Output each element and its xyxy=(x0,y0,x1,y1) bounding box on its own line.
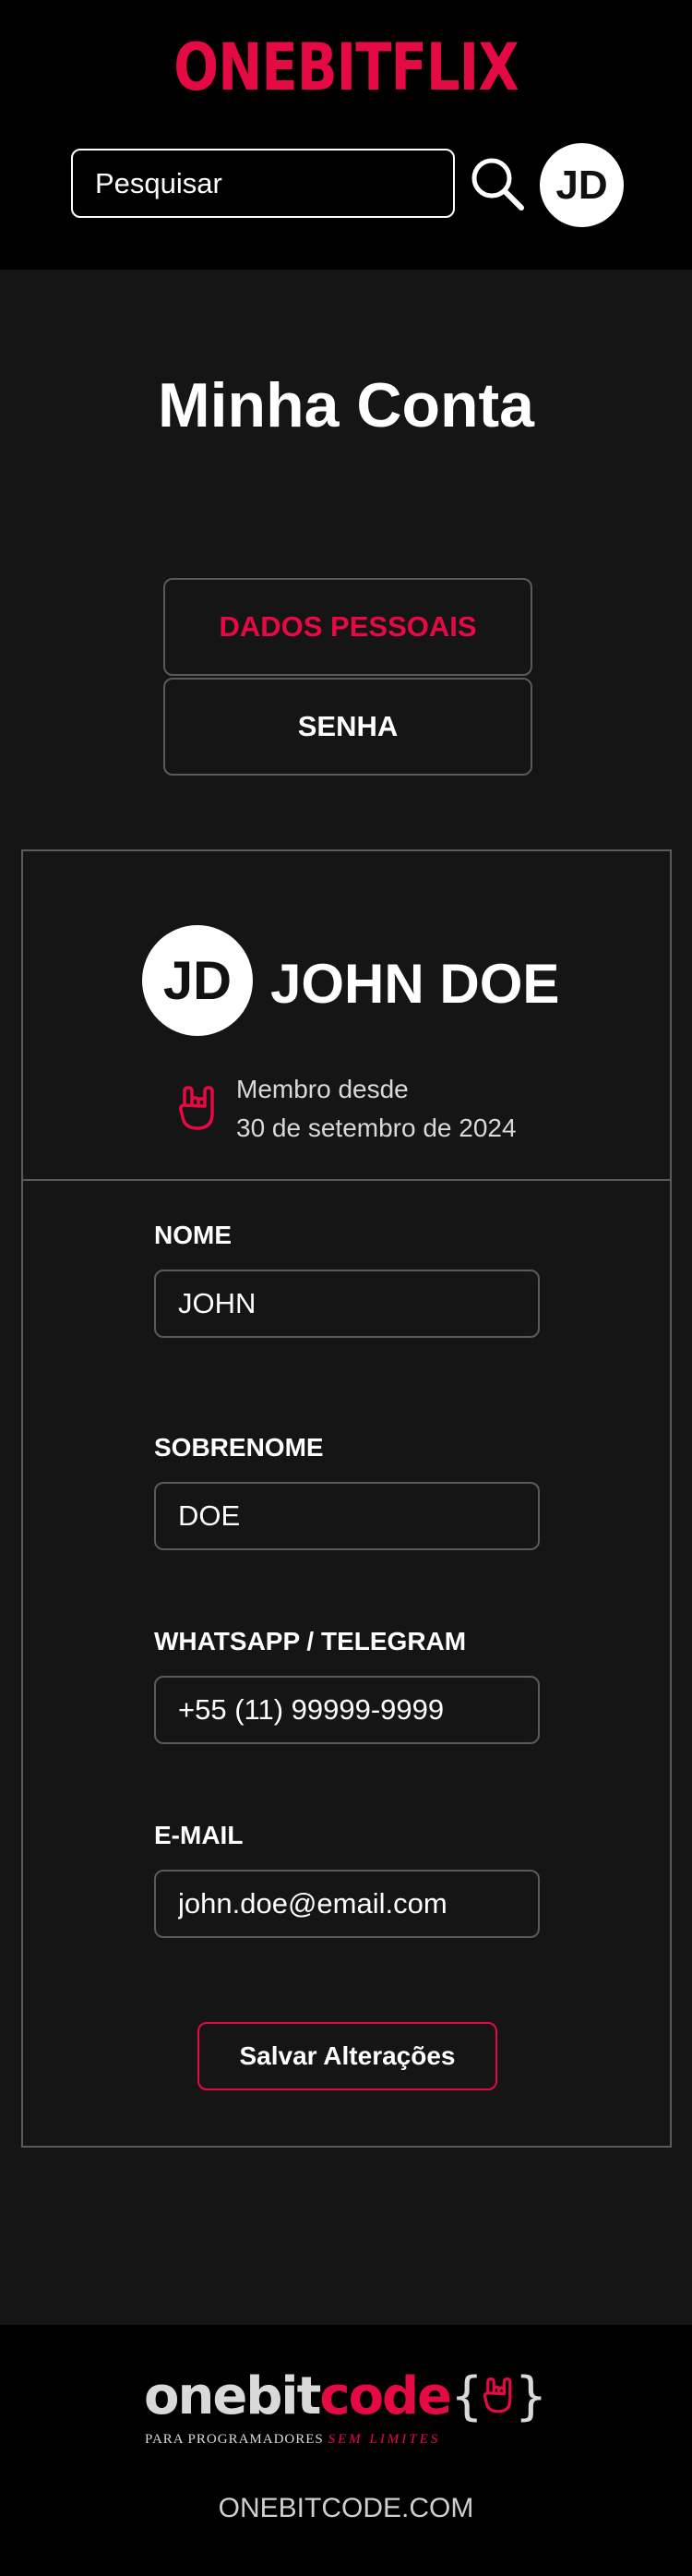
phone-field[interactable] xyxy=(154,1676,540,1744)
rock-hand-icon xyxy=(179,1086,214,1130)
phone-label: WHATSAPP / TELEGRAM xyxy=(154,1627,467,1655)
profile-avatar: JD xyxy=(142,925,253,1036)
member-since-label: Membro desde xyxy=(236,1075,409,1103)
email-field[interactable] xyxy=(154,1870,540,1938)
user-avatar-button[interactable]: JD xyxy=(540,143,624,227)
search-input[interactable] xyxy=(71,149,455,218)
footer-logo[interactable]: onebit code{} xyxy=(144,2364,548,2428)
footer-logo-one: onebit xyxy=(144,2365,321,2426)
footer-logo-brace-right: } xyxy=(514,2365,548,2426)
footer-logo-brace-left: { xyxy=(450,2365,483,2426)
member-since-date: 30 de setembro de 2024 xyxy=(236,1113,517,1142)
first-name-label: NOME xyxy=(154,1221,232,1249)
save-changes-button[interactable]: Salvar Alterações xyxy=(197,2022,497,2090)
card-divider xyxy=(21,1179,672,1181)
tab-personal-data[interactable]: DADOS PESSOAIS xyxy=(163,578,532,676)
last-name-field[interactable] xyxy=(154,1482,540,1550)
footer-logo-code: code xyxy=(319,2365,452,2426)
site-logo[interactable]: ONEBITFLIX xyxy=(63,35,630,100)
footer-rock-hand-icon xyxy=(483,2377,512,2413)
tab-password[interactable]: SENHA xyxy=(163,678,532,776)
footer-tagline-text: PARA PROGRAMADORES xyxy=(145,2432,324,2447)
footer-website-link[interactable]: ONEBITCODE.COM xyxy=(0,2493,692,2524)
footer-tagline: PARA PROGRAMADORES SEM LIMITES xyxy=(145,2432,440,2448)
search-icon[interactable] xyxy=(469,155,526,212)
footer-tagline-accent: SEM LIMITES xyxy=(328,2432,441,2447)
last-name-label: SOBRENOME xyxy=(154,1433,324,1462)
email-label: E-MAIL xyxy=(154,1821,244,1849)
page-title: Minha Conta xyxy=(158,370,534,440)
profile-name: JOHN DOE xyxy=(270,953,560,1015)
first-name-field[interactable] xyxy=(154,1270,540,1338)
site-footer xyxy=(0,2325,692,2576)
